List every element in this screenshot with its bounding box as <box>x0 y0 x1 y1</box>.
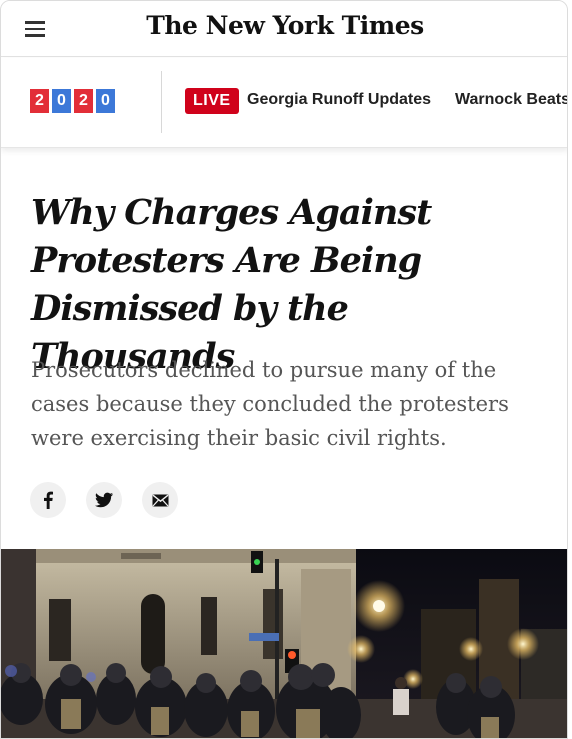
warnock-link[interactable]: Warnock Beats <box>455 91 567 109</box>
email-share-button[interactable] <box>142 482 178 518</box>
masthead: The New York Times <box>1 1 567 57</box>
live-badge: LIVE <box>185 88 239 114</box>
article-summary: Prosecutors declined to pursue many of t… <box>31 358 509 450</box>
nyt-logo[interactable]: The New York Times <box>1 11 567 40</box>
strip-divider <box>161 71 162 133</box>
facebook-share-button[interactable] <box>30 482 66 518</box>
year-digit: 0 <box>96 89 115 113</box>
year-digit: 0 <box>52 89 71 113</box>
election-strip: 2 0 2 0 LIVE Georgia Runoff Updates Warn… <box>1 58 567 148</box>
lead-photo-image <box>1 549 567 738</box>
year-digit: 2 <box>74 89 93 113</box>
lead-photo[interactable] <box>1 549 567 738</box>
twitter-share-button[interactable] <box>86 482 122 518</box>
email-icon <box>152 494 168 506</box>
twitter-icon <box>95 492 113 508</box>
georgia-runoff-link[interactable]: Georgia Runoff Updates <box>247 91 431 109</box>
year-digit: 2 <box>30 89 49 113</box>
facebook-icon <box>44 491 53 509</box>
share-tools <box>30 482 178 518</box>
election-2020-badge[interactable]: 2 0 2 0 <box>30 89 115 113</box>
app-frame: The New York Times 2 0 2 0 LIVE Georgia … <box>0 0 568 739</box>
